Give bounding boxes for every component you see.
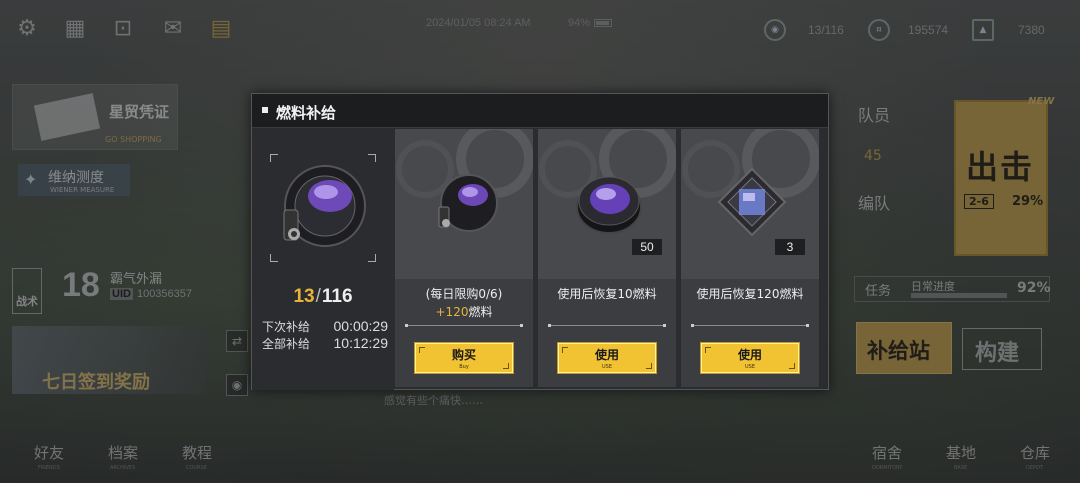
use-button-label: 使用: [737, 348, 762, 362]
fuel-crate-card: 3 使用后恢复120燃料 使用 USE: [681, 129, 819, 387]
fuel-current: 13: [293, 286, 315, 307]
fuel-count: 13/116: [293, 286, 353, 307]
header-square-icon: [262, 107, 268, 113]
buy-card-amount: +120燃料: [395, 303, 533, 320]
buy-card-unit: 燃料: [468, 305, 493, 319]
buy-card-plus: +120: [435, 305, 469, 319]
all-supply-label: 全部补给: [262, 337, 311, 351]
fuel-cell-desc: 使用后恢复10燃料: [557, 287, 657, 301]
use-fuel-crate-button[interactable]: 使用 USE: [701, 343, 799, 373]
buy-fuel-card: (每日限购0/6) +120燃料 购买 Buy: [395, 129, 533, 387]
use-button-sub: USE: [745, 364, 755, 370]
fuel-tank-icon: [283, 165, 366, 247]
dialog-title: 燃料补给: [276, 104, 337, 122]
buy-card-desc: (每日限购0/6): [425, 287, 503, 301]
fuel-tank-frame: [270, 154, 376, 262]
fuel-crate-icon: [717, 167, 787, 237]
fuel-crate-quantity: 3: [775, 239, 805, 255]
buy-button-sub: Buy: [459, 364, 469, 370]
fuel-crate-desc: 使用后恢复120燃料: [696, 287, 804, 301]
fuel-supply-dialog: 燃料补给 13/116 下次补给 00:00:29 全部补给 10:12:29 …: [251, 93, 829, 390]
next-supply-time: 00:00:29: [333, 318, 389, 334]
buy-button-label: 购买: [451, 348, 476, 362]
use-fuel-cell-button[interactable]: 使用 USE: [558, 343, 656, 373]
card-divider: [691, 324, 809, 327]
fuel-max: 116: [321, 286, 353, 307]
use-button-label: 使用: [594, 348, 619, 362]
fuel-cell-quantity: 50: [632, 239, 662, 255]
dialog-header: 燃料补给: [252, 94, 828, 128]
card-divider: [405, 324, 523, 327]
fuel-tank-small-icon: [438, 174, 498, 232]
card-divider: [548, 324, 666, 327]
all-supply-time: 10:12:29: [333, 335, 389, 351]
fuel-cell-icon: [576, 176, 642, 234]
next-supply-label: 下次补给: [262, 320, 311, 334]
use-button-sub: USE: [602, 364, 612, 370]
fuel-cell-card: 50 使用后恢复10燃料 使用 USE: [538, 129, 676, 387]
fuel-status-panel: 13/116 下次补给 00:00:29 全部补给 10:12:29: [252, 128, 394, 390]
buy-button[interactable]: 购买 Buy: [415, 343, 513, 373]
